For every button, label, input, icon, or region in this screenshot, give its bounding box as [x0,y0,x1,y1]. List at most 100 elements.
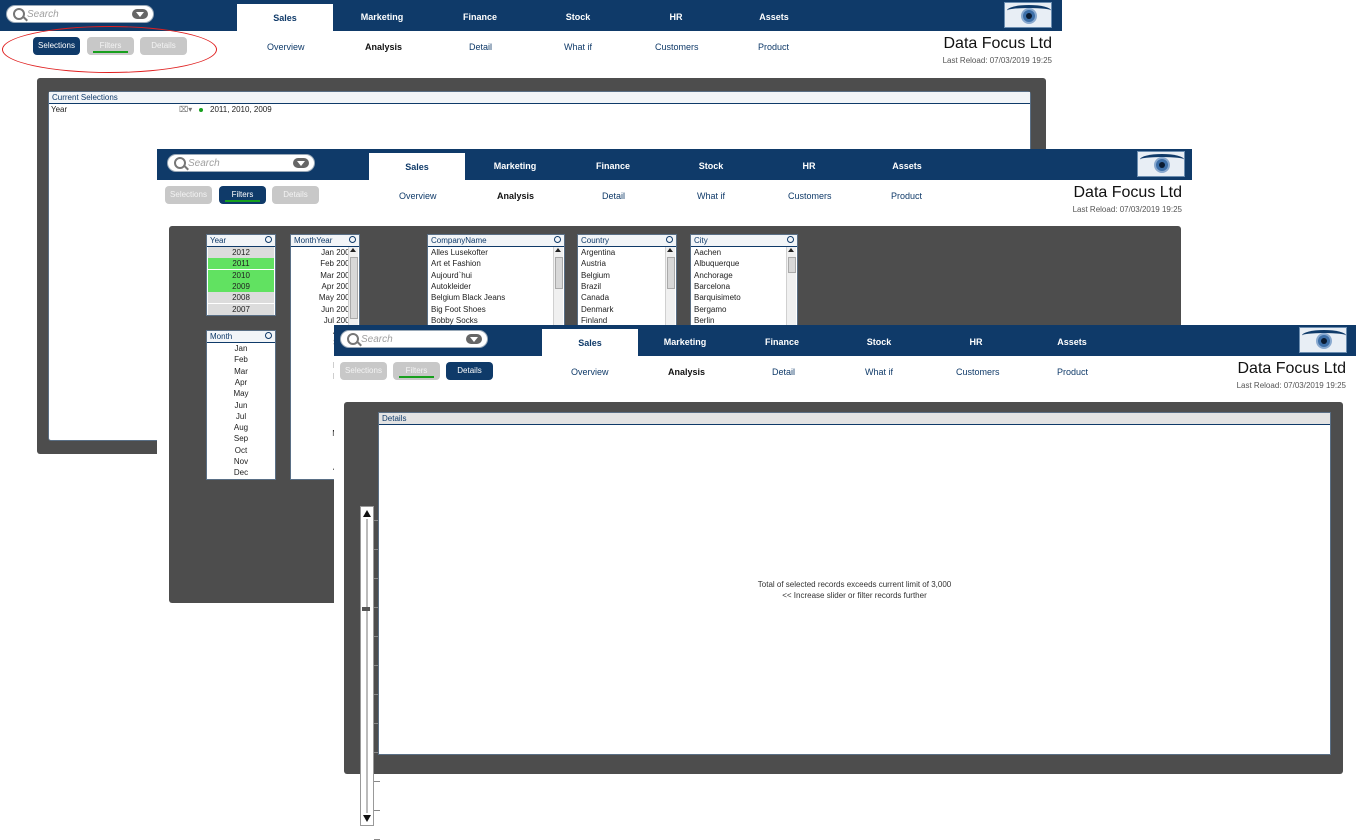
city-list-item[interactable]: Barquisimeto [692,292,796,303]
year-list-item[interactable]: 2009 [208,280,274,292]
subnav-detail[interactable]: Detail [469,42,492,54]
subnav-customers[interactable]: Customers [788,191,832,203]
subnav-customers[interactable]: Customers [655,42,699,54]
tab-assets[interactable]: Assets [726,0,822,31]
filters-button[interactable]: Filters [219,186,266,204]
search-icon[interactable] [666,236,673,243]
company-list-item[interactable]: Big Foot Shoes [429,304,563,315]
companyname-listbox[interactable]: CompanyName Alles Lusekofter Art et Fashi… [427,234,565,327]
company-list-item[interactable]: Alles Lusekofter [429,247,563,258]
subnav-detail[interactable]: Detail [772,367,795,379]
scrollbar[interactable] [786,247,796,325]
subnav-analysis[interactable]: Analysis [668,367,705,379]
country-list-item[interactable]: Denmark [579,304,675,315]
month-list-item[interactable]: Jan [208,343,274,354]
month-list-item[interactable]: Apr [208,377,274,388]
subnav-analysis[interactable]: Analysis [365,42,402,54]
tab-stock[interactable]: Stock [663,149,759,180]
year-list-item[interactable]: 2008 [208,292,274,304]
city-list-item[interactable]: Bergamo [692,304,796,315]
tab-finance[interactable]: Finance [432,0,528,31]
month-list-item[interactable]: Jun [208,400,274,411]
tab-hr[interactable]: HR [628,0,724,31]
selections-button[interactable]: Selections [340,362,387,380]
subnav-overview[interactable]: Overview [571,367,609,379]
company-list-item[interactable]: Belgium Black Jeans [429,292,563,303]
country-listbox[interactable]: Country Argentina Austria Belgium Brazil Can… [577,234,677,327]
country-list-item[interactable]: Argentina [579,247,675,258]
scrollbar[interactable] [665,247,675,325]
tab-marketing[interactable]: Marketing [637,325,733,356]
slider-track[interactable] [366,519,368,813]
scrollbar[interactable] [348,247,358,329]
details-button[interactable]: Details [446,362,493,380]
month-list-item[interactable]: Nov [208,456,274,467]
slider-handle[interactable] [362,607,370,611]
tab-hr[interactable]: HR [928,325,1024,356]
search-icon[interactable] [554,236,561,243]
subnav-detail[interactable]: Detail [602,191,625,203]
year-list-item[interactable]: 2010 [208,269,274,281]
company-list-item[interactable]: Aujourd`hui [429,270,563,281]
search-box[interactable]: Search [6,5,154,23]
country-list-item[interactable]: Canada [579,292,675,303]
subnav-what-if[interactable]: What if [697,191,725,203]
tab-finance[interactable]: Finance [565,149,661,180]
month-list-item[interactable]: Sep [208,433,274,444]
subnav-product[interactable]: Product [891,191,922,203]
tab-finance[interactable]: Finance [734,325,830,356]
subnav-product[interactable]: Product [1057,367,1088,379]
city-listbox[interactable]: City Aachen Albuquerque Anchorage Barcelona… [690,234,798,327]
year-list-item[interactable]: 2011 [208,258,274,270]
company-list-item[interactable]: Art et Fashion [429,258,563,269]
dropdown-icon[interactable] [132,9,148,19]
tab-assets[interactable]: Assets [1024,325,1120,356]
search-icon[interactable] [349,236,356,243]
filters-button[interactable]: Filters [393,362,440,380]
month-listbox[interactable]: Month Jan Feb Mar Apr May Jun Jul Aug Sep Oct Nov D… [206,330,276,480]
details-button[interactable]: Details [272,186,319,204]
month-list-item[interactable]: Dec [208,467,274,478]
search-box[interactable]: Search [167,154,315,172]
search-icon[interactable] [265,332,272,339]
month-list-item[interactable]: Aug [208,422,274,433]
selections-button[interactable]: Selections [165,186,212,204]
tab-assets[interactable]: Assets [859,149,955,180]
city-list-item[interactable]: Aachen [692,247,796,258]
search-box[interactable]: Search [340,330,488,348]
country-list-item[interactable]: Brazil [579,281,675,292]
subnav-customers[interactable]: Customers [956,367,1000,379]
tab-sales[interactable]: Sales [542,329,638,361]
clear-selection-icon[interactable]: ⌧▾ [179,105,192,114]
tab-sales[interactable]: Sales [237,4,333,36]
record-limit-slider[interactable] [360,506,374,826]
tab-marketing[interactable]: Marketing [334,0,430,31]
scrollbar[interactable] [553,247,563,325]
tab-hr[interactable]: HR [761,149,857,180]
city-list-item[interactable]: Barcelona [692,281,796,292]
year-listbox[interactable]: Year 2012 2011 2010 2009 2008 2007 [206,234,276,316]
subnav-product[interactable]: Product [758,42,789,54]
country-list-item[interactable]: Austria [579,258,675,269]
country-list-item[interactable]: Belgium [579,270,675,281]
tab-stock[interactable]: Stock [831,325,927,356]
slider-up-arrow-icon[interactable] [363,510,371,517]
dropdown-icon[interactable] [466,334,482,344]
slider-down-arrow-icon[interactable] [363,815,371,822]
search-icon[interactable] [265,236,272,243]
month-list-item[interactable]: Jul [208,411,274,422]
year-list-item[interactable]: 2007 [208,303,274,315]
subnav-overview[interactable]: Overview [399,191,437,203]
city-list-item[interactable]: Anchorage [692,270,796,281]
subnav-overview[interactable]: Overview [267,42,305,54]
search-icon[interactable] [787,236,794,243]
subnav-what-if[interactable]: What if [564,42,592,54]
year-list-item[interactable]: 2012 [208,247,274,258]
month-list-item[interactable]: Feb [208,354,274,365]
tab-sales[interactable]: Sales [369,153,465,185]
subnav-analysis[interactable]: Analysis [497,191,534,203]
subnav-what-if[interactable]: What if [865,367,893,379]
dropdown-icon[interactable] [293,158,309,168]
company-list-item[interactable]: Autokleider [429,281,563,292]
month-list-item[interactable]: May [208,388,274,399]
